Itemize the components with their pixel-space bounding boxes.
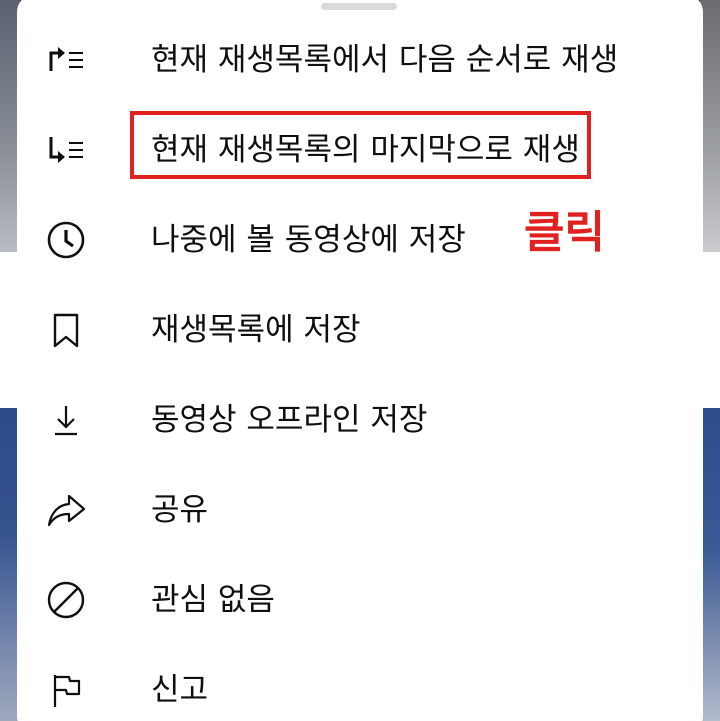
menu-item-label: 공유 xyxy=(151,492,209,528)
menu-item-download[interactable]: 동영상 오프라인 저장 xyxy=(17,375,703,465)
menu-item-share[interactable]: 공유 xyxy=(17,465,703,555)
download-icon xyxy=(45,399,87,441)
background-panel-right xyxy=(700,252,720,408)
menu-item-label: 관심 없음 xyxy=(151,582,275,618)
menu-item-label: 동영상 오프라인 저장 xyxy=(151,402,428,438)
menu-item-label: 나중에 볼 동영상에 저장 xyxy=(151,222,466,258)
menu-item-report[interactable]: 신고 xyxy=(17,645,703,721)
flag-icon xyxy=(45,669,87,711)
drag-handle[interactable] xyxy=(321,3,397,10)
play-last-icon xyxy=(45,129,87,171)
menu-item-label: 신고 xyxy=(151,672,209,708)
play-next-icon xyxy=(45,39,87,81)
menu-item-save-playlist[interactable]: 재생목록에 저장 xyxy=(17,285,703,375)
menu-item-label: 현재 재생목록에서 다음 순서로 재생 xyxy=(151,42,619,78)
background-thumbnail-right xyxy=(700,408,720,721)
bottom-sheet-menu: 현재 재생목록에서 다음 순서로 재생 현재 재생목록의 마지막으로 재생 나중… xyxy=(17,0,703,721)
click-highlight-box xyxy=(130,111,591,179)
clock-icon xyxy=(45,219,87,261)
bookmark-icon xyxy=(45,309,87,351)
block-icon xyxy=(45,579,87,621)
menu-item-not-interested[interactable]: 관심 없음 xyxy=(17,555,703,645)
menu-item-label: 재생목록에 저장 xyxy=(151,312,361,348)
share-icon xyxy=(45,489,87,531)
click-annotation: 클릭 xyxy=(524,207,605,258)
background-video-thumbnail-right xyxy=(700,0,720,252)
menu-item-play-next[interactable]: 현재 재생목록에서 다음 순서로 재생 xyxy=(17,15,703,105)
